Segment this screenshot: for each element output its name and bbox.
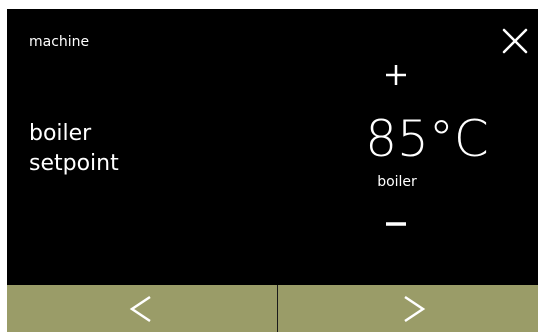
plus-icon: [386, 65, 406, 85]
chevron-left-icon: [129, 295, 151, 323]
breadcrumb: machine: [29, 34, 90, 50]
chevron-right-icon: [404, 295, 426, 323]
parameter-label-line2: setpoint: [29, 151, 119, 176]
close-icon: [502, 28, 528, 54]
previous-button[interactable]: [7, 285, 277, 332]
setpoint-sub-label: boiler: [377, 174, 417, 190]
next-button[interactable]: [278, 285, 538, 332]
navigation-bar: [7, 285, 538, 332]
decrement-button[interactable]: [378, 206, 414, 242]
setpoint-unit: °C: [428, 110, 489, 168]
parameter-label: boiler setpoint: [29, 119, 119, 179]
close-button[interactable]: [501, 27, 529, 55]
setpoint-value-display: 85°C: [347, 109, 507, 169]
minus-icon: [386, 222, 406, 226]
increment-button[interactable]: [378, 57, 414, 93]
setpoint-value: 85: [365, 110, 429, 168]
parameter-label-line1: boiler: [29, 121, 92, 146]
settings-screen: machine boiler setpoint 85°C boiler: [7, 9, 538, 332]
